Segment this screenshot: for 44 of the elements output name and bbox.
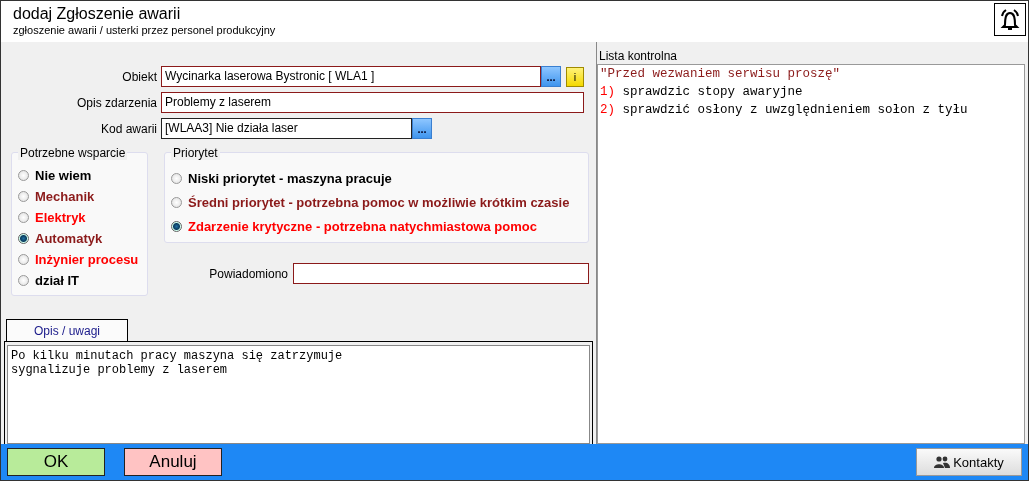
radio-button[interactable]	[171, 172, 182, 184]
radio-button[interactable]	[171, 196, 182, 208]
radio-button[interactable]	[18, 212, 29, 223]
ok-button[interactable]: OK	[7, 448, 105, 476]
radio-button[interactable]	[18, 170, 29, 181]
option-label: dział IT	[35, 273, 80, 288]
cancel-button[interactable]: Anuluj	[124, 448, 222, 476]
people-icon	[934, 456, 951, 468]
radio-button[interactable]	[18, 191, 29, 202]
radio-button[interactable]	[18, 275, 29, 286]
field-label: Kod awarii	[99, 121, 158, 136]
option-label: Automatyk	[35, 231, 103, 246]
option-label: Niski priorytet - maszyna pracuje	[188, 170, 392, 186]
contacts-button[interactable]: Kontakty	[916, 448, 1022, 476]
option-label: Mechanik	[35, 189, 95, 204]
browse-button[interactable]: ...	[412, 118, 432, 139]
notes-field[interactable]: Po kilku minutach pracy maszyna się zatrzymuje sygnalizuje problemy z laserem	[7, 345, 590, 444]
option-label: Nie wiem	[35, 168, 92, 183]
field-label: Opis zdarzenia	[75, 95, 158, 110]
info-button[interactable]: i	[566, 66, 584, 87]
checklist-line: 1) sprawdzic stopy awaryjne	[600, 85, 804, 101]
group-title: Priorytet	[171, 146, 220, 160]
radio-button[interactable]	[18, 233, 29, 244]
option-label: Średni priorytet - potrzebna pomoc w możliwie krótkim czasie	[188, 194, 570, 210]
input-field[interactable]: Problemy z laserem	[161, 92, 584, 113]
checklist-line: "Przed wezwaniem serwisu proszę"	[600, 67, 842, 83]
option-label: Zdarzenie krytyczne - potrzebna natychmiastowa pomoc	[188, 218, 537, 234]
input-field[interactable]	[293, 263, 589, 284]
radio-button[interactable]	[18, 254, 29, 265]
radio-button[interactable]	[171, 220, 182, 232]
window-subtitle: zgłoszenie awarii / usterki przez personel produkcyjny	[13, 24, 276, 36]
field-label: Powiadomiono	[209, 266, 288, 281]
browse-button[interactable]: ...	[541, 66, 561, 87]
input-field[interactable]: [WLAA3] Nie działa laser	[161, 118, 412, 139]
option-label: Elektryk	[35, 210, 86, 225]
group-title: Potrzebne wsparcie	[18, 146, 128, 160]
panel-title: Lista kontrolna	[598, 48, 679, 64]
tab[interactable]: Opis / uwagi	[6, 319, 128, 341]
window-title: dodaj Zgłoszenie awarii	[13, 5, 182, 23]
input-field[interactable]: Wycinarka laserowa Bystronic [ WLA1 ]	[161, 66, 541, 87]
field-label: Obiekt	[121, 69, 158, 84]
bell-button[interactable]	[994, 3, 1026, 36]
option-label: Inżynier procesu	[35, 252, 139, 267]
checklist-line: 2) sprawdzić osłony z uwzględnieniem sołon z tyłu	[600, 103, 969, 119]
